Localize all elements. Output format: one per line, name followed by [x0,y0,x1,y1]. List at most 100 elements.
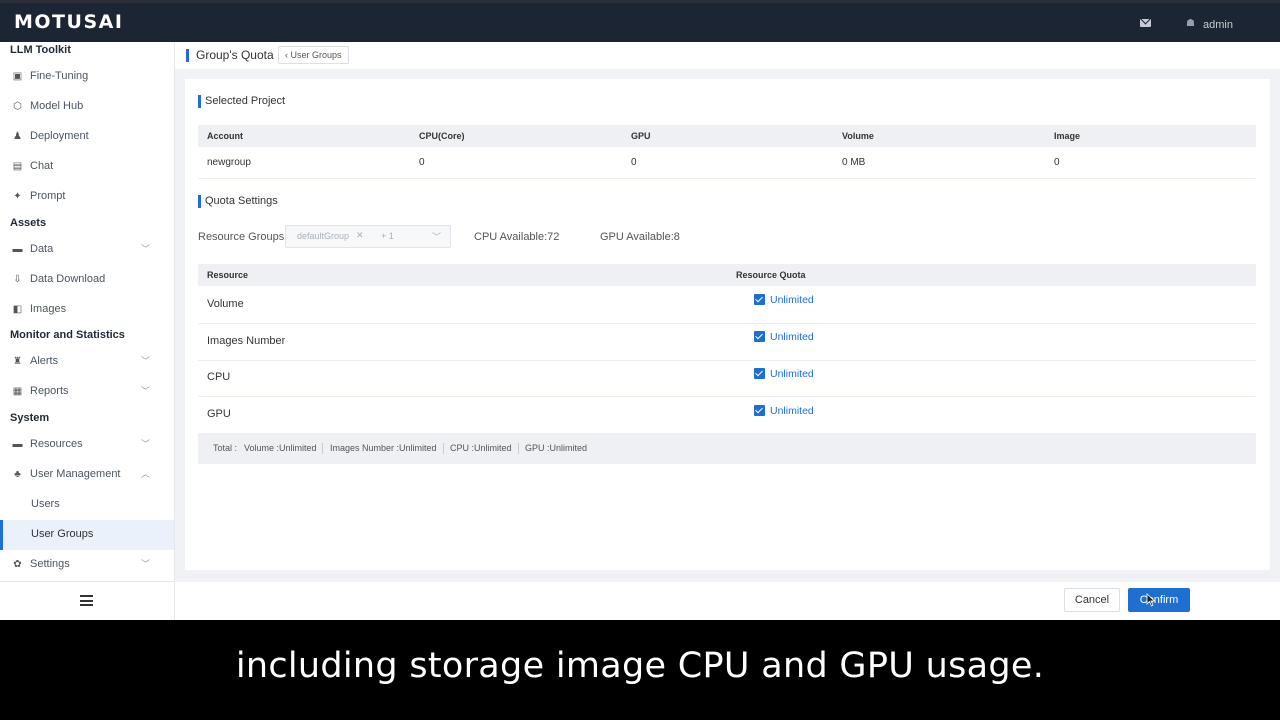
sidebar-item-label: Reports [30,385,69,397]
sidebar-item-model-hub[interactable]: ⬡ Model Hub [0,92,174,122]
image-icon: ◧ [12,304,23,315]
chevron-up-icon: ︿ [141,469,151,479]
sidebar-item-prompt[interactable]: ✦ Prompt [0,182,174,212]
table-header: Resource Resource Quota [198,264,1256,286]
cell-gpu: 0 [631,157,637,168]
quota-total-summary: Total : Volume :Unlimited Images Number … [198,433,1256,464]
unlimited-label[interactable]: Unlimited [770,405,814,417]
confirm-button[interactable]: Confirm [1128,588,1190,612]
section-title-system: System [10,412,50,424]
cell-volume: 0 MB [842,157,866,168]
title-accent [186,49,189,62]
sidebar-item-user-management[interactable]: ♣ User Management ︿ [0,460,174,490]
download-icon: ⇩ [13,274,22,285]
column-header: Image [1054,131,1081,141]
sidebar-item-images[interactable]: ◧ Images [0,295,174,325]
app-logo[interactable]: MOTUSAI [14,11,123,33]
total-cpu: CPU :Unlimited [450,443,512,453]
section-title-assets: Assets [10,217,47,229]
sidebar-item-resources[interactable]: ▬ Resources ﹀ [0,430,174,460]
cancel-button[interactable]: Cancel [1064,588,1120,612]
total-label: Total : [213,443,238,453]
resources-icon: ▬ [12,439,23,450]
cube-icon: ⬡ [13,101,22,112]
sidebar-item-user-groups[interactable]: User Groups [0,520,174,550]
sidebar-item-deployment[interactable]: ♟ Deployment [0,122,174,152]
fine-tuning-icon: ▣ [12,71,23,82]
section-title-monitor: Monitor and Statistics [10,329,125,341]
page-title: Group's Quota [196,48,274,62]
row-divider [198,360,1256,361]
sidebar-item-reports[interactable]: ▦ Reports ﹀ [0,377,174,407]
unlimited-checkbox-gpu[interactable] [754,405,765,416]
sidebar-item-label: User Management [30,468,121,480]
sidebar-item-data[interactable]: ▬ Data ﹀ [0,235,174,265]
main-content: Group's Quota ‹ User Groups Selected Pro… [175,42,1280,620]
resource-groups-select[interactable]: defaultGroup ✕ + 1 ﹀ [285,225,451,248]
folder-icon: ▬ [12,244,23,255]
row-divider [198,178,1256,179]
unlimited-label[interactable]: Unlimited [770,331,814,343]
page-header: Group's Quota ‹ User Groups [175,42,1280,69]
sidebar-item-label: Resources [30,438,83,450]
sidebar-item-label: Images [30,303,67,315]
sidebar-item-label: Data [30,243,54,255]
separator [443,443,444,454]
chevron-down-icon: ﹀ [141,386,151,396]
column-header: Resource [207,270,249,280]
cell-image: 0 [1054,157,1060,168]
resource-name: CPU [207,371,231,383]
unlimited-label[interactable]: Unlimited [770,368,814,380]
unlimited-checkbox-cpu[interactable] [754,368,765,379]
video-caption-bar: including storage image CPU and GPU usag… [0,620,1280,720]
resource-name: Volume [207,298,244,310]
column-header: Resource Quota [736,270,806,280]
sidebar: LLM Toolkit ▣ Fine-Tuning ⬡ Model Hub ♟ … [0,42,175,620]
row-divider [198,323,1256,324]
mail-icon[interactable] [1140,19,1151,27]
users-icon: ♣ [14,469,21,480]
chevron-down-icon: ﹀ [432,232,442,242]
collapse-menu-icon[interactable] [80,595,93,606]
total-volume: Volume :Unlimited [244,443,317,453]
column-header: CPU(Core) [419,131,465,141]
caption-text: including storage image CPU and GPU usag… [235,646,1045,686]
back-to-user-groups-button[interactable]: ‹ User Groups [278,46,349,64]
top-bar: MOTUSAI ☗ admin [0,0,1280,42]
resource-quota-table: Resource Resource Quota Volume Unlimited… [198,264,1256,434]
user-icon: ☗ [1186,18,1195,29]
cell-account: newgroup [207,157,251,168]
quota-card: Selected Project Account CPU(Core) GPU V… [185,79,1270,570]
unlimited-checkbox-volume[interactable] [754,294,765,305]
sidebar-item-settings[interactable]: ✿ Settings ﹀ [0,550,174,580]
sidebar-item-users[interactable]: Users [0,490,174,520]
more-tags-count: + 1 [381,231,394,241]
sidebar-item-label: Deployment [30,130,89,142]
section-title-llm-toolkit: LLM Toolkit [10,44,71,56]
sidebar-item-chat[interactable]: ▤ Chat [0,152,174,182]
sidebar-item-alerts[interactable]: ♜ Alerts ﹀ [0,347,174,377]
total-images-number: Images Number :Unlimited [330,443,437,453]
column-header: Account [207,131,243,141]
unlimited-checkbox-images-number[interactable] [754,331,765,342]
sidebar-item-label: Alerts [30,355,59,367]
remove-tag-icon[interactable]: ✕ [356,230,364,241]
sidebar-item-label: Data Download [30,273,106,285]
selected-project-title: Selected Project [205,95,286,107]
sidebar-item-fine-tuning[interactable]: ▣ Fine-Tuning [0,62,174,92]
pin-icon: ✦ [13,191,22,202]
cell-cpu: 0 [419,157,425,168]
sidebar-item-label: Chat [30,160,54,172]
column-header: Volume [842,131,874,141]
unlimited-label[interactable]: Unlimited [770,294,814,306]
chevron-left-icon: ‹ [285,50,288,60]
sidebar-item-label: Users [31,498,60,510]
user-menu[interactable]: admin [1203,19,1233,31]
table-header: Account CPU(Core) GPU Volume Image [198,125,1256,147]
sidebar-item-data-download[interactable]: ⇩ Data Download [0,265,174,295]
separator [518,443,519,454]
gear-icon: ✿ [13,559,22,570]
sidebar-item-label: User Groups [31,528,94,540]
report-icon: ▦ [12,386,23,397]
separator [322,443,323,454]
